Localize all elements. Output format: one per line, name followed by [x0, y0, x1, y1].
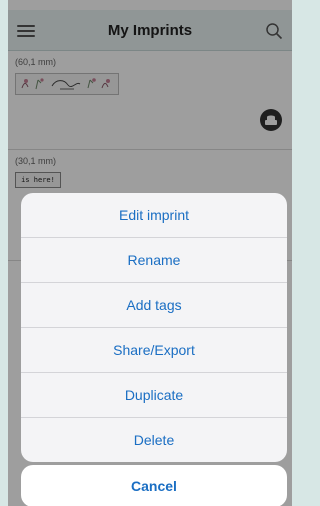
rename-button[interactable]: Rename	[21, 238, 287, 283]
duplicate-button[interactable]: Duplicate	[21, 373, 287, 418]
app-screen: My Imprints (60,1 mm) (30,1 mm) is here!…	[8, 0, 292, 506]
action-sheet: Edit imprint Rename Add tags Share/Expor…	[21, 193, 287, 462]
share-export-button[interactable]: Share/Export	[21, 328, 287, 373]
cancel-button[interactable]: Cancel	[21, 465, 287, 506]
add-tags-button[interactable]: Add tags	[21, 283, 287, 328]
edit-imprint-button[interactable]: Edit imprint	[21, 193, 287, 238]
delete-button[interactable]: Delete	[21, 418, 287, 462]
